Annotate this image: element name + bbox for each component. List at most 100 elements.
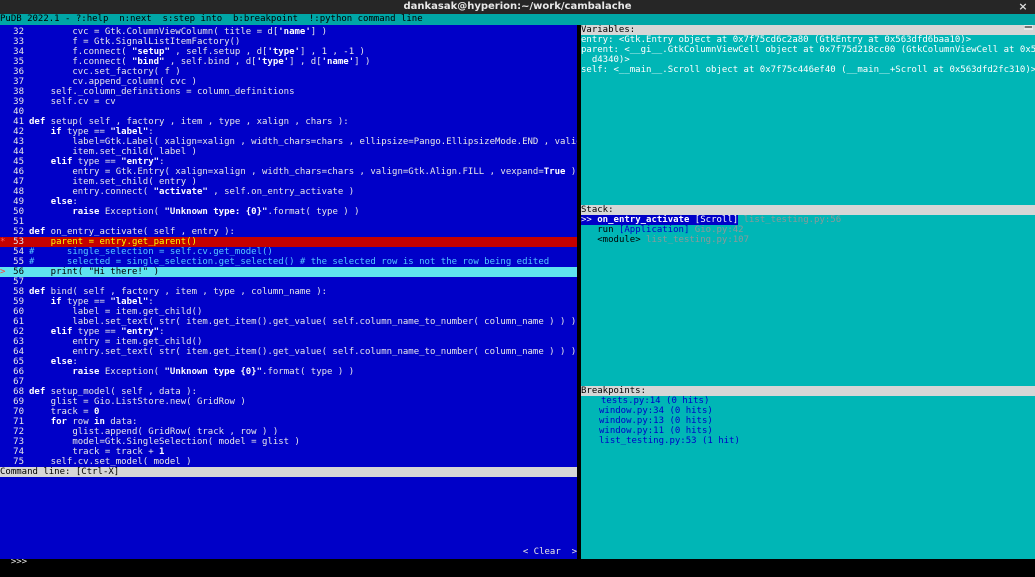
variable-row[interactable]: parent: <__gi__.GtkColumnViewCell object…: [581, 45, 1035, 55]
line-number: 59: [13, 297, 24, 307]
code-line[interactable]: 48 entry.connect( "activate" , self.on_e…: [0, 187, 577, 197]
breakpoint-item[interactable]: window.py:34 (0 hits): [599, 406, 1035, 416]
code-line[interactable]: 37 cv.append_column( cvc ): [0, 77, 577, 87]
variable-row[interactable]: entry: <Gtk.Entry object at 0x7f75cd6c2a…: [581, 35, 1035, 45]
line-source: glist.append( GridRow( track , row ) ): [29, 427, 279, 437]
line-number: 74: [13, 447, 24, 457]
line-source: # selected = single_selection.get_select…: [29, 257, 550, 267]
line-number: 62: [13, 327, 24, 337]
line-source: if type == "label":: [50, 297, 154, 307]
code-line[interactable]: 61 label.set_text( str( item.get_item().…: [0, 317, 577, 327]
line-source: raise Exception( "Unknown type: {0}".for…: [72, 207, 360, 217]
code-line[interactable]: 63 entry = item.get_child(): [0, 337, 577, 347]
line-number: 68: [13, 387, 24, 397]
line-source: def setup_model( self , data ):: [29, 387, 197, 397]
line-number: 32: [13, 27, 24, 37]
stack-frame-location: list_testing.py:107: [640, 235, 749, 245]
code-line[interactable]: 33 f = Gtk.SignalListItemFactory(): [0, 37, 577, 47]
code-line[interactable]: 45 elif type == "entry":: [0, 157, 577, 167]
stack-frame[interactable]: run [Application] Gio.py:42: [581, 225, 1035, 235]
code-line[interactable]: 74 track = track + 1: [0, 447, 577, 457]
code-line[interactable]: 43 label=Gtk.Label( xalign=xalign , widt…: [0, 137, 577, 147]
line-number: 56: [13, 267, 24, 277]
line-source: cvc.set_factory( f ): [29, 67, 181, 77]
code-line[interactable]: 36 cvc.set_factory( f ): [0, 67, 577, 77]
code-line[interactable]: 44 item.set_child( label ): [0, 147, 577, 157]
code-line[interactable]: 50 raise Exception( "Unknown type: {0}".…: [0, 207, 577, 217]
line-number: 66: [13, 367, 24, 377]
code-line[interactable]: 73 model=Gtk.SingleSelection( model = gl…: [0, 437, 577, 447]
stack-frame-function: on_entry_activate: [597, 215, 690, 225]
code-line[interactable]: 38 self._column_definitions = column_def…: [0, 87, 577, 97]
code-line[interactable]: * 53 parent = entry.get_parent(): [0, 237, 577, 247]
line-number: 44: [13, 147, 24, 157]
code-line[interactable]: 64 entry.set_text( str( item.get_item().…: [0, 347, 577, 357]
line-source: cvc = Gtk.ColumnViewColumn( title = d['n…: [29, 27, 328, 37]
code-line[interactable]: 66 raise Exception( "Unknown type {0}".f…: [0, 367, 577, 377]
breakpoint-item[interactable]: window.py:13 (0 hits): [599, 416, 1035, 426]
code-line[interactable]: 40: [0, 107, 577, 117]
code-line[interactable]: 75 self.cv.set_model( model ): [0, 457, 577, 467]
variable-row[interactable]: d4340)>: [581, 55, 1035, 65]
line-number: 75: [13, 457, 24, 467]
code-line[interactable]: 55 # selected = single_selection.get_sele…: [0, 257, 577, 267]
stack-panel[interactable]: Stack: >> on_entry_activate [Scroll] lis…: [581, 205, 1035, 386]
code-line[interactable]: 65 else:: [0, 357, 577, 367]
panel-resize-icon[interactable]: ══: [1023, 25, 1033, 31]
code-line[interactable]: 71 for row in data:: [0, 417, 577, 427]
command-prompt[interactable]: >>> < Clear >: [0, 547, 577, 567]
line-source: self._column_definitions = column_defini…: [29, 87, 295, 97]
variables-panel[interactable]: Variables: ══ entry: <Gtk.Entry object a…: [581, 25, 1035, 205]
line-source: track = track + 1: [29, 447, 165, 457]
breakpoints-panel[interactable]: Breakpoints: tests.py:14 (0 hits) window.…: [581, 386, 1035, 559]
code-line[interactable]: 72 glist.append( GridRow( track , row ) …: [0, 427, 577, 437]
line-number: 52: [13, 227, 24, 237]
code-line[interactable]: 68 def setup_model( self , data ):: [0, 387, 577, 397]
code-line[interactable]: 51: [0, 217, 577, 227]
code-line[interactable]: 58 def bind( self , factory , item , type…: [0, 287, 577, 297]
breakpoints-header: Breakpoints:: [581, 386, 1035, 396]
line-number: 69: [13, 397, 24, 407]
command-line-header[interactable]: Command line: [Ctrl-X]: [0, 467, 577, 477]
code-line[interactable]: 54 # single_selection = self.cv.get_model…: [0, 247, 577, 257]
variable-row[interactable]: self: <__main__.Scroll object at 0x7f75c…: [581, 65, 1035, 75]
breakpoint-item[interactable]: list_testing.py:53 (1 hit): [599, 436, 1035, 446]
breakpoint-item[interactable]: window.py:11 (0 hits): [599, 426, 1035, 436]
line-number: 47: [13, 177, 24, 187]
code-line[interactable]: 35 f.connect( "bind" , self.bind , d['ty…: [0, 57, 577, 67]
line-number: 61: [13, 317, 24, 327]
code-line[interactable]: 60 label = item.get_child(): [0, 307, 577, 317]
code-line[interactable]: 69 glist = Gio.ListStore.new( GridRow ): [0, 397, 577, 407]
clear-button[interactable]: < Clear >: [523, 547, 577, 557]
breakpoint-item[interactable]: tests.py:14 (0 hits): [601, 396, 1035, 406]
code-line[interactable]: 41 def setup( self , factory , item , typ…: [0, 117, 577, 127]
code-line[interactable]: 32 cvc = Gtk.ColumnViewColumn( title = d…: [0, 27, 577, 37]
code-line[interactable]: 39 self.cv = cv: [0, 97, 577, 107]
code-line[interactable]: 34 f.connect( "setup" , self.setup , d['…: [0, 47, 577, 57]
code-line[interactable]: >56 print( "Hi there!" ): [0, 267, 577, 277]
stack-frame[interactable]: >> on_entry_activate [Scroll] list_testi…: [581, 215, 1035, 225]
code-line[interactable]: 67: [0, 377, 577, 387]
close-icon[interactable]: ×: [1017, 0, 1029, 14]
window-title: dankasak@hyperion:~/work/cambalache: [403, 1, 632, 12]
code-line[interactable]: 59 if type == "label":: [0, 297, 577, 307]
line-source: label=Gtk.Label( xalign=xalign , width_c…: [72, 137, 577, 147]
line-source: self.cv = cv: [29, 97, 116, 107]
code-line[interactable]: 49 else:: [0, 197, 577, 207]
code-line[interactable]: 62 elif type == "entry":: [0, 327, 577, 337]
line-source: for row in data:: [50, 417, 138, 427]
line-number: 60: [13, 307, 24, 317]
code-line[interactable]: 42 if type == "label":: [0, 127, 577, 137]
line-number: 33: [13, 37, 24, 47]
source-code-view[interactable]: 32 cvc = Gtk.ColumnViewColumn( title = d…: [0, 25, 577, 467]
line-source: glist = Gio.ListStore.new( GridRow ): [29, 397, 246, 407]
code-line[interactable]: 52 def on_entry_activate( self , entry ):: [0, 227, 577, 237]
code-line[interactable]: 57: [0, 277, 577, 287]
code-line[interactable]: 46 entry = Gtk.Entry( xalign=xalign , wi…: [0, 167, 577, 177]
code-line[interactable]: 47 item.set_child( entry ): [0, 177, 577, 187]
stack-frame[interactable]: <module> list_testing.py:107: [581, 235, 1035, 245]
code-line[interactable]: 70 track = 0: [0, 407, 577, 417]
line-source: else:: [50, 357, 78, 367]
stack-frame-function: <module>: [597, 235, 641, 245]
line-source: entry = item.get_child(): [29, 337, 203, 347]
